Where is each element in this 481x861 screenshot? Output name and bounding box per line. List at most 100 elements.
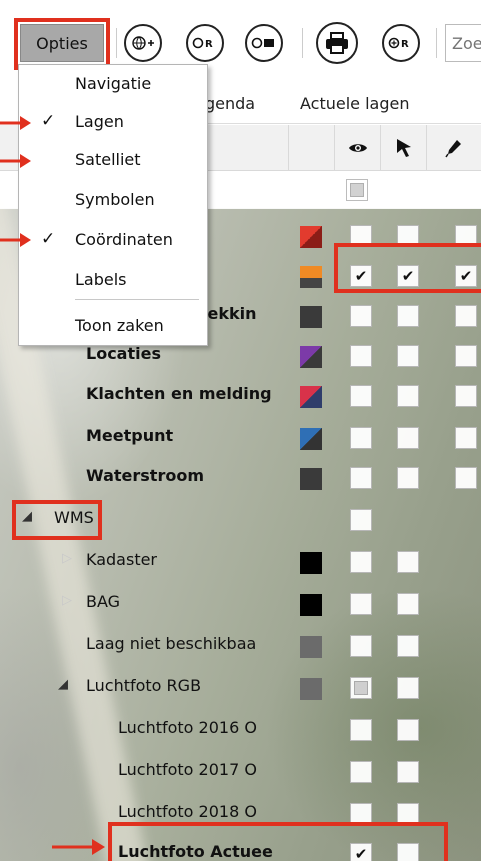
menu-item-lagen[interactable]: ✓ Lagen [19,103,207,141]
layer-label: Luchtfoto Actuee [118,842,273,861]
layer-row[interactable]: ▷ BAG [0,584,481,624]
select-checkbox[interactable] [397,761,419,783]
checkmark-icon: ✓ [41,111,56,131]
select-cursor-icon[interactable] [380,125,426,171]
visibility-checkbox[interactable] [350,551,372,573]
visibility-checkbox[interactable] [350,635,372,657]
expand-caret-icon[interactable]: ◢ [58,677,68,692]
layer-swatch [300,306,322,328]
visibility-checkbox[interactable] [350,761,372,783]
toolbar-separator [116,28,117,58]
visibility-checkbox[interactable] [350,385,372,407]
menu-item-labels[interactable]: Labels [19,261,207,299]
edit-checkbox[interactable] [455,427,477,449]
layer-swatch [300,428,322,450]
visibility-checkbox[interactable] [350,509,372,531]
menu-item-coordinaten[interactable]: ✓ Coördinaten [19,221,207,259]
tab-legenda[interactable]: genda [205,94,255,113]
opties-button[interactable]: Opties [20,24,104,62]
globe-plus-icon[interactable] [124,24,162,62]
visibility-checkbox[interactable] [350,345,372,367]
visibility-checkbox[interactable] [350,719,372,741]
group-visibility-checkbox[interactable] [346,179,368,201]
select-checkbox[interactable] [397,635,419,657]
zoom-reset-icon[interactable]: R [382,24,420,62]
eye-icon[interactable] [334,125,380,171]
edit-checkbox[interactable] [455,345,477,367]
layer-group-luchtfoto-rgb[interactable]: ◢ Luchtfoto RGB [0,668,481,708]
layer-swatch [300,594,322,616]
layer-label: Waterstroom [86,466,204,485]
header-swatch-column [288,125,334,171]
layer-label: BAG [86,592,121,611]
layer-swatch [300,468,322,490]
opties-menu: Navigatie ✓ Lagen Satelliet Symbolen ✓ C… [18,64,208,346]
toolbar-separator [436,28,437,58]
layer-group-label: WMS [54,508,94,527]
checkmark-icon: ✓ [41,229,56,249]
menu-item-toon-zaken[interactable]: Toon zaken [19,307,207,345]
layer-swatch [300,386,322,408]
collapsed-caret-icon[interactable]: ▷ [62,551,72,566]
select-checkbox[interactable] [397,345,419,367]
select-checkbox[interactable] [397,305,419,327]
layer-label: Luchtfoto 2018 O [118,802,257,821]
layer-label: Luchtfoto 2016 O [118,718,257,737]
edit-pencil-icon[interactable] [426,125,481,171]
edit-checkbox[interactable] [455,467,477,489]
search-input[interactable] [445,24,481,62]
edit-checkbox[interactable] [455,305,477,327]
layer-swatch [300,678,322,700]
select-checkbox[interactable] [397,551,419,573]
visibility-checkbox[interactable] [350,305,372,327]
select-checkbox[interactable] [397,677,419,699]
layer-row: Laag niet beschikbaa [0,626,481,666]
select-checkbox[interactable] [397,719,419,741]
visibility-checkbox[interactable] [350,225,372,247]
collapsed-caret-icon[interactable]: ▷ [62,593,72,608]
visibility-checkbox[interactable]: ✔ [350,843,372,861]
select-checkbox[interactable] [397,803,419,825]
edit-checkbox[interactable] [455,225,477,247]
print-icon[interactable] [316,22,358,64]
layer-swatch [300,266,322,288]
edit-checkbox[interactable] [455,385,477,407]
select-checkbox[interactable] [397,593,419,615]
layer-row: Waterstroom [0,458,481,498]
tab-actuele-lagen[interactable]: Actuele lagen [300,94,409,113]
layer-row: Luchtfoto 2016 O [0,710,481,750]
visibility-checkbox[interactable] [350,427,372,449]
layer-group-wms[interactable]: ◢ WMS [0,500,481,540]
select-checkbox[interactable] [397,225,419,247]
arrow-satelliet-icon [0,154,31,168]
visibility-checkbox[interactable] [350,593,372,615]
visibility-checkbox[interactable]: ✔ [350,265,372,287]
select-checkbox[interactable] [397,427,419,449]
layer-label: Laag niet beschikbaa [86,634,257,653]
visibility-checkbox[interactable] [350,467,372,489]
edit-checkbox[interactable]: ✔ [455,265,477,287]
zoom-layer-icon[interactable] [245,24,283,62]
select-checkbox[interactable]: ✔ [397,265,419,287]
layer-swatch [300,552,322,574]
layer-swatch [300,346,322,368]
visibility-checkbox[interactable] [350,803,372,825]
expand-caret-icon[interactable]: ◢ [22,509,32,524]
layer-swatch [300,226,322,248]
arrow-lagen-icon [0,116,31,130]
arrow-coordinaten-icon [0,233,31,247]
select-checkbox[interactable] [397,467,419,489]
zoom-area-icon[interactable]: R [186,24,224,62]
layer-swatch [300,636,322,658]
layer-row: Luchtfoto 2018 O [0,794,481,834]
menu-item-symbolen[interactable]: Symbolen [19,181,207,219]
layer-label: Meetpunt [86,426,174,445]
visibility-checkbox[interactable] [350,677,372,699]
layer-row: Luchtfoto 2017 O [0,752,481,792]
select-checkbox[interactable] [397,843,419,861]
menu-item-navigatie[interactable]: Navigatie [19,65,207,103]
select-checkbox[interactable] [397,385,419,407]
menu-item-satelliet[interactable]: Satelliet [19,141,207,179]
layer-row[interactable]: ▷ Kadaster [0,542,481,582]
layer-label: Luchtfoto 2017 O [118,760,257,779]
